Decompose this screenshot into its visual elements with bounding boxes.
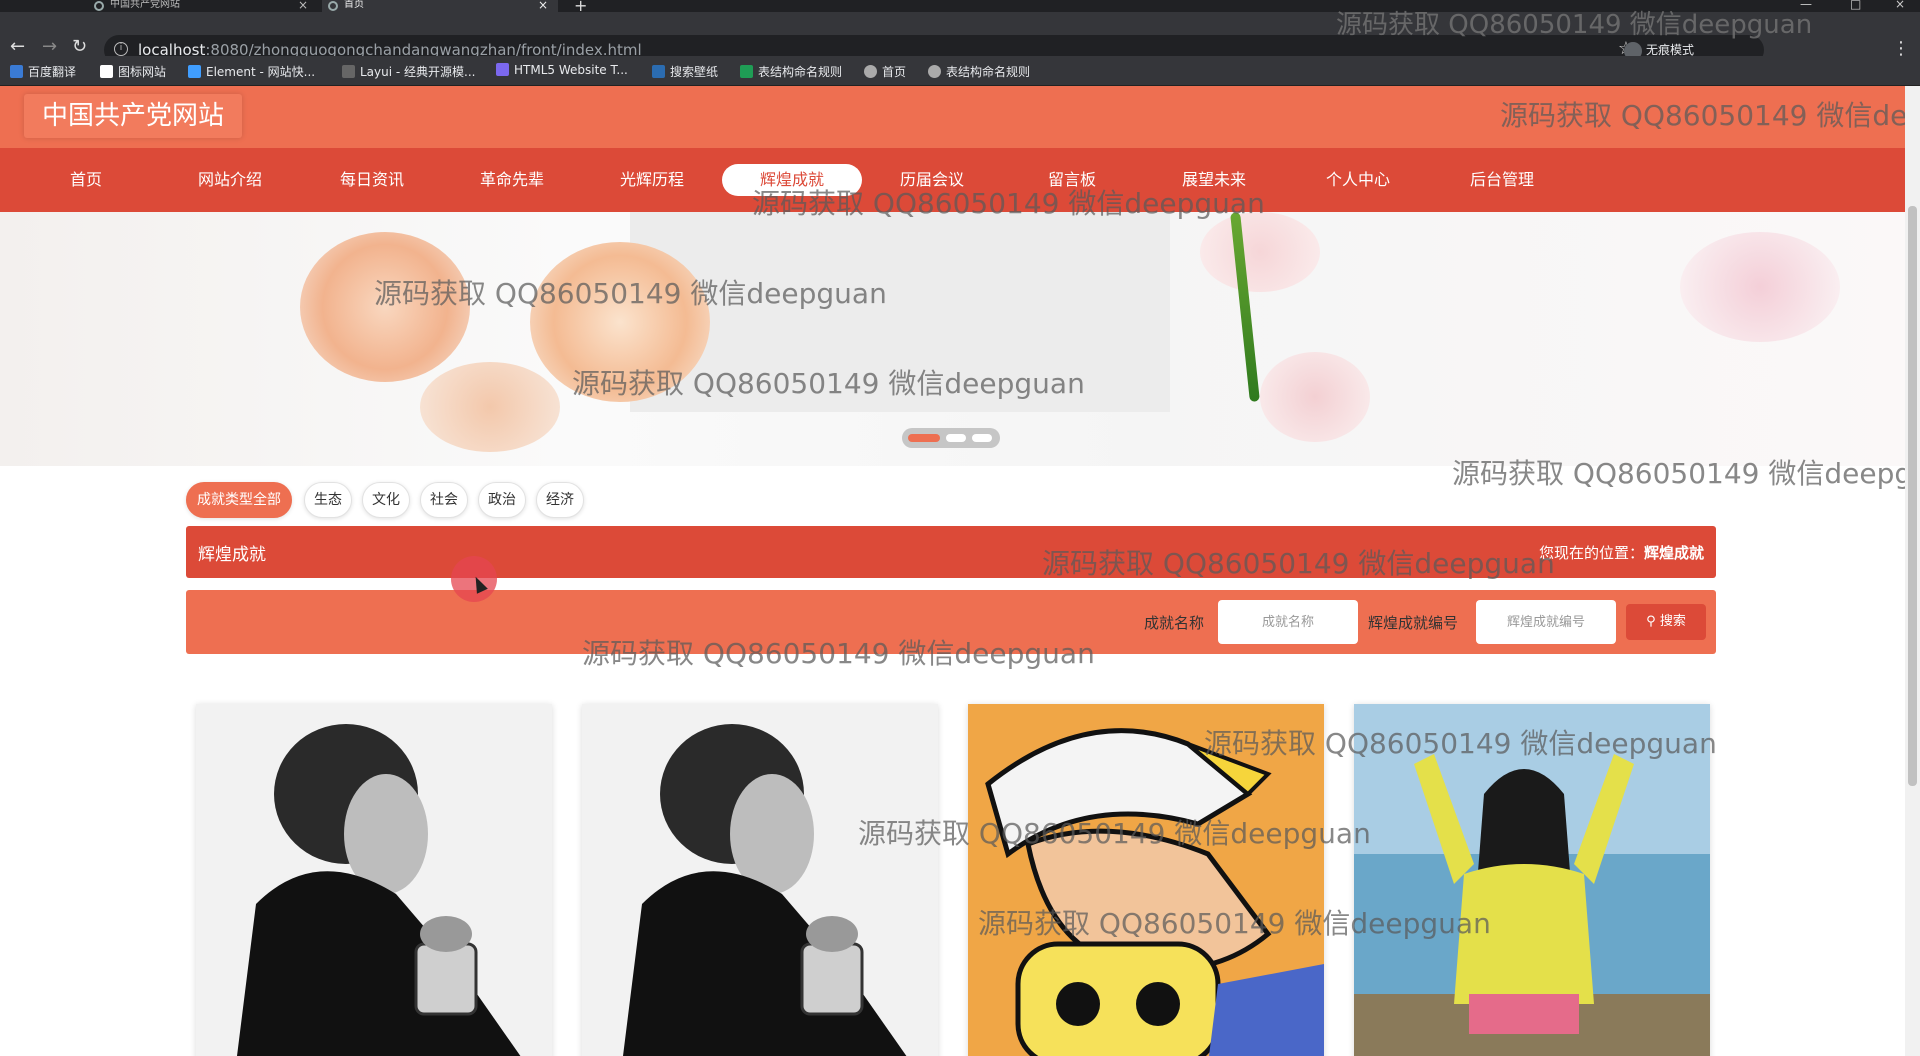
- nav-item-history[interactable]: 光辉历程: [608, 164, 696, 196]
- tab-favicon-icon: [328, 1, 338, 11]
- card-photo-man: [196, 704, 552, 1056]
- achievement-card[interactable]: [1354, 704, 1710, 1056]
- back-icon[interactable]: ←: [10, 36, 25, 57]
- scrollbar-thumb[interactable]: [1908, 206, 1917, 786]
- banner-card-shape: [630, 212, 1170, 412]
- nav-item-admin[interactable]: 后台管理: [1458, 164, 1546, 196]
- card-photo-cartoon: [968, 704, 1324, 1056]
- breadcrumb: 您现在的位置：辉煌成就: [1538, 544, 1704, 562]
- main-nav: 首页 网站介绍 每日资讯 革命先辈 光辉历程 辉煌成就 历届会议 留言板 展望未…: [0, 148, 1905, 212]
- search-icon: ⚲: [1646, 614, 1660, 629]
- nav-item-future[interactable]: 展望未来: [1170, 164, 1258, 196]
- carousel-dot[interactable]: [908, 434, 940, 442]
- achievement-grid: [186, 704, 1716, 1056]
- carousel-dot[interactable]: [972, 434, 992, 442]
- filter-all[interactable]: 成就类型全部: [186, 482, 292, 518]
- browser-tab-bar: 中国共产党网站 × 首页 × + — □ ×: [0, 0, 1920, 15]
- tab-close-icon[interactable]: ×: [298, 0, 308, 11]
- achievement-card[interactable]: [968, 704, 1324, 1056]
- bookmark-item[interactable]: Element - 网站快...: [188, 63, 315, 80]
- filter-society[interactable]: 社会: [420, 482, 468, 518]
- achievement-card[interactable]: [582, 704, 938, 1056]
- nav-item-messages[interactable]: 留言板: [1034, 164, 1110, 196]
- page-viewport: 中国共产党网站 首页 网站介绍 每日资讯 革命先辈 光辉历程 辉煌成就 历届会议…: [0, 86, 1905, 1056]
- card-photo-girl: [1354, 704, 1710, 1056]
- browser-tab-active[interactable]: 首页 ×: [322, 0, 558, 12]
- card-photo-man: [582, 704, 938, 1056]
- browser-tab[interactable]: 中国共产党网站 ×: [88, 0, 318, 12]
- minimize-icon[interactable]: —: [1800, 0, 1812, 11]
- carousel-dot[interactable]: [946, 434, 966, 442]
- banner-flower: [420, 362, 560, 452]
- bookmark-item[interactable]: 表结构命名规则: [740, 63, 842, 80]
- reload-icon[interactable]: ↻: [72, 36, 87, 57]
- bookmark-item[interactable]: 首页: [864, 63, 906, 80]
- filter-culture[interactable]: 文化: [362, 482, 410, 518]
- bookmark-item[interactable]: 表结构命名规则: [928, 63, 1030, 80]
- nav-item-meetings[interactable]: 历届会议: [888, 164, 976, 196]
- breadcrumb-current[interactable]: 辉煌成就: [1644, 544, 1704, 562]
- tab-favicon-icon: [94, 1, 104, 11]
- bookmark-item[interactable]: 搜索壁纸: [652, 63, 718, 80]
- bookmark-item[interactable]: HTML5 Website T...: [496, 63, 628, 77]
- nav-item-news[interactable]: 每日资讯: [328, 164, 416, 196]
- banner-flower: [300, 232, 470, 382]
- banner-flower: [530, 242, 710, 402]
- site-info-icon[interactable]: i: [114, 42, 128, 56]
- filter-ecology[interactable]: 生态: [304, 482, 352, 518]
- achievement-card[interactable]: [196, 704, 552, 1056]
- browser-tab-label: 中国共产党网站: [110, 0, 180, 10]
- filter-economy[interactable]: 经济: [536, 482, 584, 518]
- nav-item-profile[interactable]: 个人中心: [1314, 164, 1402, 196]
- search-button[interactable]: ⚲ 搜索: [1626, 604, 1706, 640]
- browser-tab-label: 首页: [344, 0, 364, 10]
- achievement-name-input[interactable]: [1218, 600, 1358, 644]
- bookmark-item[interactable]: Layui - 经典开源模...: [342, 63, 475, 80]
- banner-flower: [1260, 352, 1370, 442]
- nav-item-pioneers[interactable]: 革命先辈: [468, 164, 556, 196]
- nav-item-intro[interactable]: 网站介绍: [186, 164, 274, 196]
- nav-item-home[interactable]: 首页: [50, 164, 122, 196]
- search-bar: 成就名称 辉煌成就编号 ⚲ 搜索: [186, 590, 1716, 654]
- banner-flower: [1200, 212, 1320, 292]
- achievement-code-input[interactable]: [1476, 600, 1616, 644]
- forward-icon[interactable]: →: [42, 36, 57, 57]
- code-label: 辉煌成就编号: [1368, 614, 1459, 632]
- bookmarks-bar: 百度翻译 图标网站 Element - 网站快... Layui - 经典开源模…: [0, 56, 1920, 86]
- name-label: 成就名称: [1144, 614, 1205, 632]
- maximize-icon[interactable]: □: [1850, 0, 1861, 11]
- banner-carousel[interactable]: [0, 212, 1905, 466]
- bookmark-item[interactable]: 百度翻译: [10, 63, 76, 80]
- breadcrumb-bar: 辉煌成就 您现在的位置：辉煌成就: [186, 526, 1716, 578]
- site-header: 中国共产党网站: [0, 86, 1905, 148]
- nav-item-achievements[interactable]: 辉煌成就: [722, 164, 862, 196]
- page-scrollbar[interactable]: [1905, 86, 1920, 1056]
- banner-flower: [1680, 232, 1840, 342]
- bookmark-item[interactable]: 图标网站: [100, 63, 166, 80]
- site-title[interactable]: 中国共产党网站: [24, 94, 243, 138]
- section-title: 辉煌成就: [198, 545, 266, 565]
- carousel-indicators: [902, 428, 1000, 448]
- tab-close-icon[interactable]: ×: [538, 0, 548, 11]
- filter-politics[interactable]: 政治: [478, 482, 526, 518]
- close-window-icon[interactable]: ×: [1895, 0, 1905, 11]
